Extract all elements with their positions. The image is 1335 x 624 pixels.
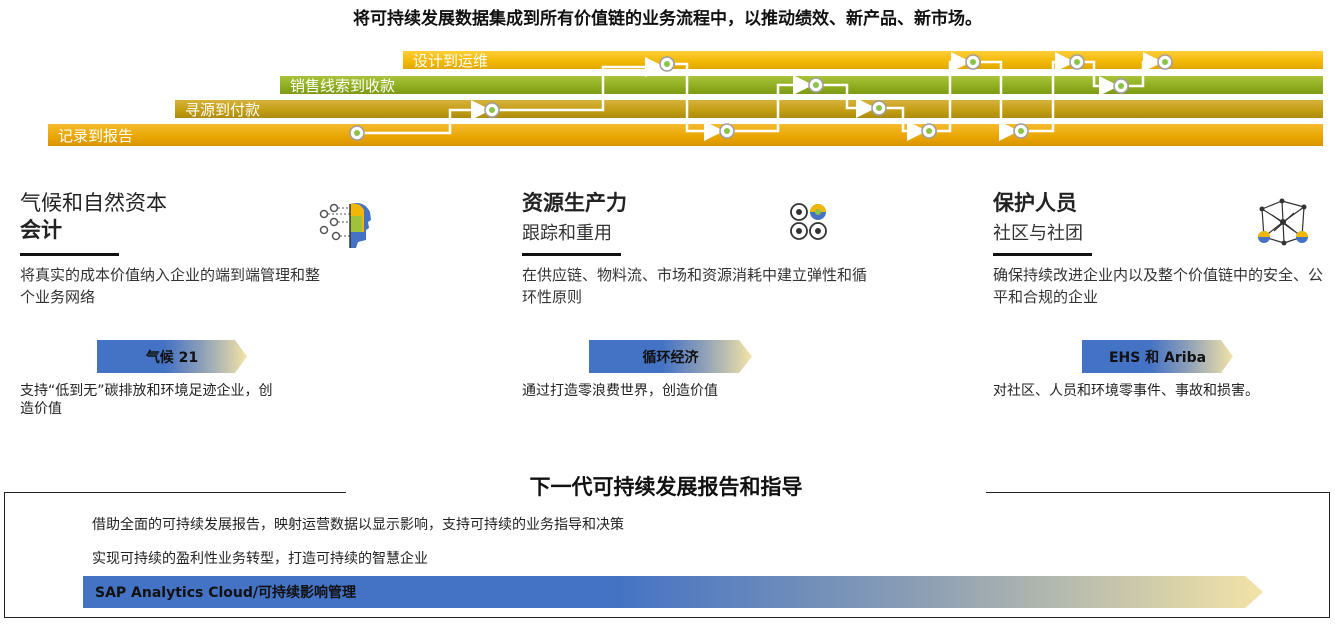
- bottom-line-2: 实现可持续的盈利性业务转型，打造可持续的智慧企业: [92, 551, 428, 567]
- tag-circular-economy[interactable]: 循环经济: [589, 340, 752, 373]
- process-flow-line: [349, 52, 1173, 141]
- column-1-description: 将真实的成本价值纳入企业的端到端管理和整个业务网络: [20, 266, 321, 306]
- tag-label: EHS 和 Ariba: [1108, 349, 1207, 366]
- column-1-underline: [20, 253, 119, 256]
- flow-nodes: [349, 54, 1173, 141]
- column-1-title-line2: 会计: [20, 218, 62, 242]
- column-1-title-line1: 气候和自然资本: [20, 191, 167, 215]
- column-3-description: 确保持续改进企业内以及整个价值链中的安全、公平和合规的企业: [993, 266, 1324, 306]
- tag-label: 气候 21: [145, 349, 199, 366]
- sap-analytics-cloud-bar[interactable]: SAP Analytics Cloud/可持续影响管理: [83, 576, 1263, 608]
- circles-grid-icon: [788, 202, 830, 246]
- column-3-subtitle: 社区与社团: [993, 223, 1083, 244]
- tag-label: 循环经济: [642, 349, 699, 366]
- ai-head-icon: [314, 198, 374, 254]
- bottom-title: 下一代可持续发展报告和指导: [529, 474, 803, 499]
- column-3-tag-description: 对社区、人员和环境零事件、事故和损害。: [993, 383, 1259, 399]
- network-icon: [1254, 195, 1312, 253]
- sap-bar-label: SAP Analytics Cloud/可持续影响管理: [95, 585, 357, 601]
- column-3-underline: [993, 253, 1092, 256]
- column-2-tag-description: 通过打造零浪费世界，创造价值: [522, 383, 718, 399]
- column-2-description: 在供应链、物料流、市场和资源消耗中建立弹性和循环性原则: [522, 266, 868, 306]
- column-1-title: 气候和自然资本 会计: [20, 190, 167, 244]
- column-2-subtitle: 跟踪和重用: [522, 223, 612, 244]
- tag-climate-21[interactable]: 气候 21: [97, 340, 247, 373]
- tag-ehs-ariba[interactable]: EHS 和 Ariba: [1082, 340, 1233, 373]
- column-3-title: 保护人员: [993, 191, 1077, 215]
- column-2-underline: [522, 253, 621, 256]
- bottom-line-1: 借助全面的可持续发展报告，映射运营数据以显示影响，支持可持续的业务指导和决策: [92, 517, 624, 533]
- column-1-tag-description: 支持“低到无”碳排放和环境足迹企业，创造价值: [20, 383, 273, 417]
- column-2-title: 资源生产力: [522, 191, 627, 215]
